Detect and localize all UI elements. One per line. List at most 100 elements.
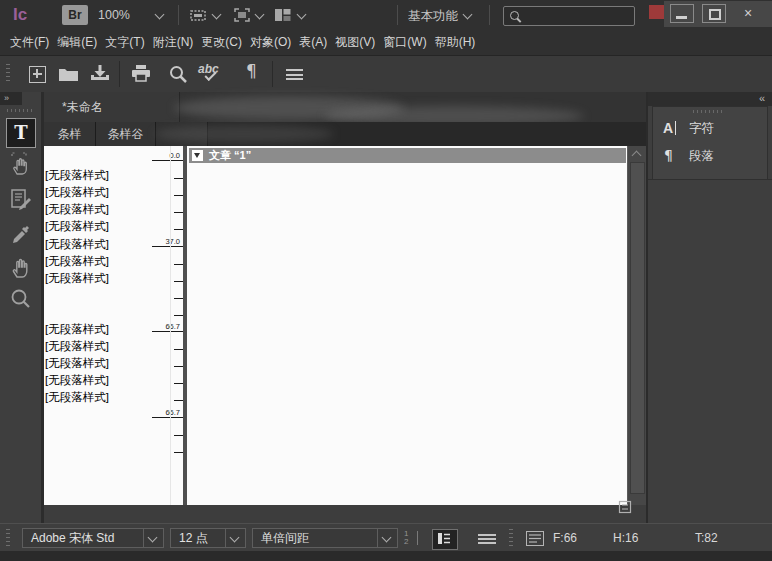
menu-item-view[interactable]: 视图(V) — [333, 34, 377, 51]
menu-item-help[interactable]: 帮助(H) — [433, 34, 478, 51]
paragraph-panel-button[interactable]: ¶ 段落 — [653, 143, 767, 169]
save-button[interactable] — [90, 65, 110, 82]
copyfit-stat: H:16 — [613, 531, 638, 545]
arrange-documents-icon[interactable] — [274, 8, 292, 22]
ruler-tick — [174, 229, 183, 230]
copyfit-stat: T:82 — [695, 531, 718, 545]
dock-panel-grip[interactable] — [693, 110, 725, 113]
font-family-dropdown[interactable]: Adobe 宋体 Std — [22, 528, 164, 548]
view-tab-galley[interactable]: 条样 — [44, 122, 96, 146]
copyfit-info-icon[interactable] — [526, 531, 544, 546]
menu-item-object[interactable]: 对象(O) — [248, 34, 293, 51]
tools-panel: » T — [0, 92, 41, 523]
menu-item-file[interactable]: 文件(F) — [8, 34, 51, 51]
document-tab[interactable]: *未命名 — [44, 92, 180, 122]
show-hidden-characters-button[interactable]: ¶ — [246, 61, 257, 81]
dropdown-arrow[interactable] — [143, 529, 163, 547]
story-header-bar[interactable]: 文章 “1” — [189, 148, 626, 163]
status-grip[interactable] — [6, 529, 10, 547]
dock-collapse[interactable]: « — [648, 92, 772, 106]
font-size-value: 12 点 — [179, 529, 208, 547]
chevron-down-icon[interactable] — [212, 10, 222, 20]
minimize-button[interactable] — [670, 4, 694, 23]
ruler-tick — [174, 281, 183, 282]
new-document-button[interactable] — [29, 66, 46, 83]
paragraph-panel-label: 段落 — [689, 143, 714, 169]
type-tool[interactable]: T — [6, 118, 36, 148]
search-box[interactable] — [503, 6, 635, 26]
ruler-tick — [174, 383, 183, 384]
menu-item-changes[interactable]: 更改(C) — [199, 34, 244, 51]
note-tool[interactable] — [10, 188, 32, 212]
menu-item-table[interactable]: 表(A) — [297, 34, 329, 51]
ruler-tick — [174, 452, 183, 453]
info-column-toggle[interactable] — [432, 529, 458, 550]
ruler-depth-label: 66.7 — [140, 323, 180, 331]
chevron-down-icon[interactable] — [463, 10, 473, 20]
paragraph-style-label: [无段落样式] — [45, 337, 167, 355]
chevron-down-icon[interactable] — [297, 10, 307, 20]
menu-icon — [478, 534, 496, 536]
paragraph-style-label: [无段落样式] — [45, 371, 167, 389]
hand-tool[interactable] — [10, 254, 32, 278]
close-button[interactable]: × — [736, 4, 760, 23]
window-bottom-edge — [0, 551, 772, 561]
menu-item-notes[interactable]: 附注(N) — [151, 34, 196, 51]
character-panel-button[interactable]: A 字符 — [653, 115, 767, 141]
galley-view[interactable]: 0.0[无段落样式][无段落样式][无段落样式][无段落样式][无段落样式]37… — [44, 146, 627, 505]
page-export-icon[interactable] — [618, 500, 633, 515]
search-button[interactable] — [169, 65, 188, 83]
view-options-icon[interactable] — [190, 8, 208, 22]
toolbar-menu-button[interactable] — [286, 69, 303, 80]
chevron-down-icon[interactable] — [255, 10, 265, 20]
leading-dropdown[interactable]: 单倍间距 — [252, 528, 398, 548]
scrollbar-thumb[interactable] — [630, 162, 645, 494]
ruler-mark — [152, 246, 183, 247]
toolbar-grip[interactable] — [6, 64, 10, 84]
galley-content: 0.0[无段落样式][无段落样式][无段落样式][无段落样式][无段落样式]37… — [44, 146, 646, 523]
document-tab-bar: *未命名 — [44, 92, 646, 122]
status-grip[interactable] — [509, 529, 513, 547]
paragraph-style-label: [无段落样式] — [45, 252, 167, 270]
dropdown-arrow[interactable] — [225, 529, 245, 547]
eyedropper-tool[interactable] — [10, 222, 32, 246]
workspace-switcher[interactable]: 基本功能 — [408, 8, 458, 25]
toolbar: abc ¶ — [0, 56, 772, 93]
ruler-tick — [174, 212, 183, 213]
view-tab-story[interactable]: 条样谷 — [96, 122, 156, 146]
document-area: *未命名 条样 条样谷 0.0[无段落样式][无段落样式][无段落样式][无段落… — [44, 92, 646, 523]
print-button[interactable] — [131, 65, 151, 82]
maximize-button[interactable] — [702, 4, 726, 23]
spellcheck-button[interactable]: abc — [198, 62, 224, 84]
screen-mode-icon[interactable] — [233, 7, 251, 23]
search-input[interactable] — [526, 8, 630, 24]
galley-story-divider — [183, 146, 187, 505]
scroll-up-icon[interactable] — [632, 151, 642, 161]
dropdown-arrow[interactable] — [377, 529, 397, 547]
paragraph-style-label: [无段落样式] — [45, 269, 167, 287]
zoom-tool[interactable] — [10, 288, 32, 312]
paragraph-style-label: [无段落样式] — [45, 354, 167, 372]
zoom-level-value[interactable]: 100% — [98, 8, 130, 22]
tools-panel-grip[interactable] — [7, 109, 34, 112]
view-tab-empty[interactable] — [156, 122, 208, 146]
chevron-down-icon[interactable] — [155, 10, 165, 20]
leading-value: 单倍间距 — [261, 529, 309, 547]
ruler-tick — [174, 298, 183, 299]
ruler-depth-label: 0.0 — [140, 152, 180, 160]
divider — [178, 5, 179, 25]
menu-item-type[interactable]: 文字(T) — [103, 34, 146, 51]
line-numbers-toggle[interactable]: 12 — [404, 530, 418, 547]
menu-item-window[interactable]: 窗口(W) — [381, 34, 428, 51]
open-folder-button[interactable] — [58, 66, 79, 82]
collapse-triangle-icon[interactable] — [192, 150, 203, 161]
bridge-button[interactable]: Br — [62, 5, 88, 25]
screenshot-smudge — [174, 96, 404, 120]
maximize-icon — [709, 9, 721, 20]
menu-item-edit[interactable]: 编辑(E) — [55, 34, 99, 51]
position-tool[interactable] — [10, 152, 32, 176]
font-size-dropdown[interactable]: 12 点 — [170, 528, 246, 548]
status-menu-button[interactable] — [478, 534, 496, 544]
vertical-scrollbar[interactable] — [627, 146, 646, 505]
tools-panel-collapse[interactable]: » — [0, 92, 22, 105]
